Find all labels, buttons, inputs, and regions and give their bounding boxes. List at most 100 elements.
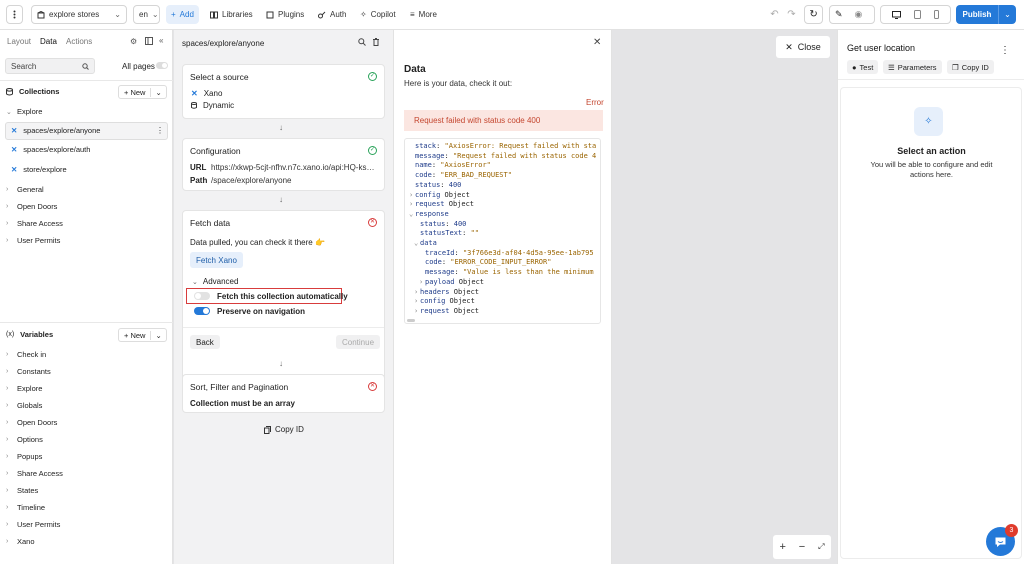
json-key: config <box>420 297 446 306</box>
collections-title: Collections <box>19 87 60 96</box>
publish-label: Publish <box>962 10 992 19</box>
json-line[interactable]: › payload Object <box>419 277 484 287</box>
chevron-right-icon: › <box>6 487 9 494</box>
fit-screen-icon[interactable]: ⤢ <box>818 542 824 552</box>
desktop-icon[interactable] <box>892 10 902 19</box>
variable-group[interactable]: › Timeline <box>6 500 45 515</box>
language-selector[interactable]: en ⌄ <box>133 5 160 24</box>
collection-item[interactable]: ✕ spaces/explore/auth <box>11 142 90 157</box>
panel-icon[interactable] <box>145 37 153 45</box>
add-button[interactable]: + Add <box>166 5 199 24</box>
libraries-button[interactable]: Libraries <box>210 5 253 24</box>
more-vertical-icon[interactable]: ⋮ <box>156 126 164 135</box>
continue-button[interactable]: Continue <box>336 335 381 349</box>
json-line[interactable]: ⌄ data <box>414 238 441 248</box>
group-label: Explore <box>17 107 43 116</box>
refresh-icon[interactable]: ↻ <box>804 5 823 24</box>
sparkle-icon: ✧ <box>360 10 367 19</box>
source-xano: ✕ Xano <box>191 89 222 98</box>
tablet-icon[interactable] <box>913 10 921 19</box>
group-label: Globals <box>17 401 43 410</box>
edit-preview-toggle[interactable]: ✎ ◉ <box>829 5 875 24</box>
variable-group[interactable]: › Share Access <box>6 466 63 481</box>
json-line[interactable]: › config Object <box>409 190 470 200</box>
json-line[interactable]: ⌄ response <box>409 209 453 219</box>
variable-group[interactable]: › Open Doors <box>6 415 57 430</box>
copy-id-button[interactable]: ❐ Copy ID <box>947 60 994 74</box>
close-button[interactable]: ✕ Close <box>776 36 830 58</box>
variable-group[interactable]: › Popups <box>6 449 42 464</box>
redo-icon[interactable]: ↷ <box>782 5 801 24</box>
more-button[interactable]: ≡ More <box>410 5 437 24</box>
horizontal-scrollbar[interactable] <box>407 319 415 322</box>
project-selector[interactable]: explore stores ⌄ <box>31 5 127 24</box>
url-key: URL <box>190 163 207 172</box>
data-inspector-panel: ✕ Data Here is your data, check it out: … <box>393 30 612 564</box>
more-label: More <box>418 10 437 19</box>
xano-icon: ✕ <box>11 145 18 154</box>
pencil-icon[interactable]: ✎ <box>835 9 843 20</box>
phone-icon[interactable] <box>933 10 939 19</box>
search-icon[interactable] <box>358 38 366 46</box>
collapse-icon[interactable]: « <box>159 36 163 45</box>
tab-data[interactable]: Data <box>40 37 57 46</box>
fetch-auto-switch[interactable] <box>194 292 210 300</box>
collection-group-explore[interactable]: ⌄ Explore <box>6 104 42 119</box>
collection-item[interactable]: ✕ store/explore <box>11 162 67 177</box>
collection-item[interactable]: ✕ spaces/explore/anyone <box>11 123 100 138</box>
path-key: Path <box>190 176 208 185</box>
auth-button[interactable]: Auth <box>318 5 346 24</box>
settings-icon[interactable]: ⚙ <box>130 37 137 46</box>
test-button[interactable]: ● Test <box>847 60 879 74</box>
variable-group[interactable]: › Check in <box>6 347 46 362</box>
configuration-title: Configuration <box>190 146 241 156</box>
variable-group[interactable]: › User Permits <box>6 517 60 532</box>
variable-group[interactable]: › Options <box>6 432 43 447</box>
trash-icon[interactable] <box>372 38 380 46</box>
json-value: "" <box>470 229 480 238</box>
json-line[interactable]: › request Object <box>414 306 479 316</box>
collection-group[interactable]: › Share Access <box>6 216 63 231</box>
variable-group[interactable]: › Xano <box>6 534 35 549</box>
preserve-switch[interactable] <box>194 307 210 315</box>
collection-group[interactable]: › User Permits <box>6 233 60 248</box>
variable-group[interactable]: › Globals <box>6 398 42 413</box>
plugins-button[interactable]: Plugins <box>266 5 304 24</box>
fetch-xano-button[interactable]: Fetch Xano <box>190 252 243 268</box>
advanced-toggle[interactable]: ⌄ Advanced <box>192 277 238 286</box>
copilot-button[interactable]: ✧ Copilot <box>360 5 396 24</box>
tab-actions[interactable]: Actions <box>66 37 92 46</box>
all-pages-toggle[interactable] <box>156 62 168 69</box>
variable-group[interactable]: › Explore <box>6 381 42 396</box>
variable-group[interactable]: › Constants <box>6 364 51 379</box>
new-collection-button[interactable]: + New ⌄ <box>118 85 167 99</box>
collection-group[interactable]: › General <box>6 182 44 197</box>
json-line[interactable]: › request Object <box>409 199 474 209</box>
json-key: statusText <box>420 229 463 238</box>
zoom-in-icon[interactable]: + <box>779 541 785 553</box>
tab-layout[interactable]: Layout <box>7 37 31 46</box>
back-button[interactable]: Back <box>190 335 220 349</box>
all-pages-label: All pages <box>122 62 155 71</box>
json-line: traceId: "3f766e3d-af04-4d5a-95ee-1ab795 <box>419 248 594 258</box>
json-line[interactable]: › config Object <box>414 296 475 306</box>
more-vertical-icon[interactable]: ⋮ <box>1000 45 1010 56</box>
json-line[interactable]: › headers Object <box>414 287 479 297</box>
publish-button[interactable]: Publish <box>956 5 998 24</box>
menu-icon[interactable] <box>6 5 23 24</box>
variable-group[interactable]: › States <box>6 483 38 498</box>
divider <box>0 80 173 81</box>
publish-options-button[interactable]: ⌄ <box>998 5 1016 24</box>
sparkle-icon: ✧ <box>914 107 943 136</box>
json-value: Object <box>453 306 480 315</box>
close-icon[interactable]: ✕ <box>593 37 601 48</box>
new-variable-button[interactable]: + New ⌄ <box>118 328 167 342</box>
collection-group[interactable]: › Open Doors <box>6 199 57 214</box>
json-line: status: 400 <box>414 219 466 229</box>
eye-icon[interactable]: ◉ <box>855 9 863 20</box>
search-input[interactable]: Search <box>5 58 95 74</box>
zoom-out-icon[interactable]: − <box>799 541 805 553</box>
copy-id-button[interactable]: Copy ID <box>264 425 304 434</box>
parameters-button[interactable]: ☰ Parameters <box>883 60 942 74</box>
json-line: status: 400 <box>409 180 461 190</box>
